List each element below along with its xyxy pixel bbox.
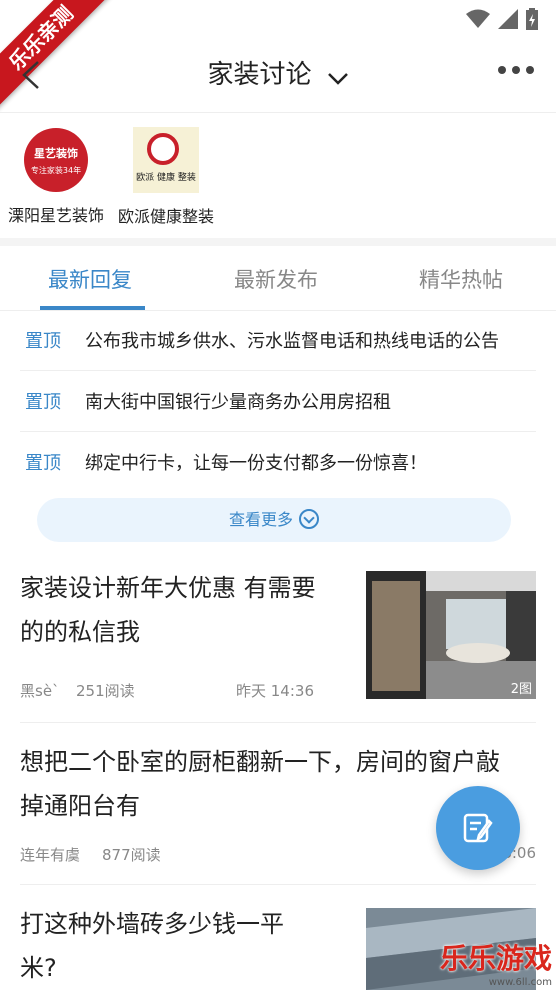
pinned-item[interactable]: 置顶 绑定中行卡，让每一份支付都多一份惊喜！ xyxy=(20,432,536,492)
pinned-tag: 置顶 xyxy=(25,453,61,474)
page-title: 家装讨论 xyxy=(207,60,312,90)
pinned-item[interactable]: 置顶 南大街中国银行少量商务办公用房招租 xyxy=(20,371,536,432)
store-list: 星艺装饰 专注家装34年 溧阳星艺装饰 欧派 健康 整装 欧派健康整装 xyxy=(0,112,556,238)
pinned-title: 南大街中国银行少量商务办公用房招租 xyxy=(85,392,391,413)
post-separator xyxy=(20,884,536,885)
post-thumbnail: 2图 xyxy=(366,571,536,699)
see-more-label: 查看更多 xyxy=(228,510,293,529)
logo-brand-text: 星艺装饰 xyxy=(34,146,78,160)
title-dropdown[interactable]: 家装讨论 xyxy=(0,54,556,91)
tab-latest-post[interactable]: 最新发布 xyxy=(234,264,318,294)
post-time: 昨天 14:36 xyxy=(236,682,314,700)
compose-post-button[interactable] xyxy=(436,786,520,870)
post-views: 877阅读 xyxy=(102,846,161,864)
signal-icon xyxy=(498,9,518,29)
pinned-tag: 置顶 xyxy=(25,331,61,352)
more-options-icon[interactable] xyxy=(498,66,534,74)
battery-icon xyxy=(526,8,538,30)
chevron-down-icon xyxy=(327,72,348,85)
pinned-item[interactable]: 置顶 公布我市城乡供水、污水监督电话和热线电话的公告 xyxy=(20,310,536,371)
post-author: 连年有虞 xyxy=(20,846,81,864)
store-logo: 欧派 健康 整装 xyxy=(133,127,199,193)
top-nav-bar: 家装讨论 xyxy=(0,36,556,113)
store-item-xingyi[interactable]: 星艺装饰 专注家装34年 溧阳星艺装饰 xyxy=(0,124,112,226)
store-logo: 星艺装饰 专注家装34年 xyxy=(24,128,88,192)
pinned-tag: 置顶 xyxy=(25,392,61,413)
post-separator xyxy=(20,722,536,723)
section-divider xyxy=(0,238,556,246)
post-item[interactable]: 家装设计新年大优惠 有需要 的的私信我 黑sè` 251阅读 昨天 14:36 … xyxy=(20,566,536,706)
see-more-button[interactable]: 查看更多 xyxy=(37,498,511,542)
pinned-title: 绑定中行卡，让每一份支付都多一份惊喜！ xyxy=(85,453,427,474)
status-icons xyxy=(466,8,538,30)
tab-latest-reply[interactable]: 最新回复 xyxy=(48,264,132,294)
logo-text: 欧派 健康 整装 xyxy=(136,173,196,183)
logo-sub-text: 专注家装34年 xyxy=(30,165,82,175)
edit-icon xyxy=(463,813,493,843)
store-name: 欧派健康整装 xyxy=(117,207,214,226)
pinned-title: 公布我市城乡供水、污水监督电话和热线电话的公告 xyxy=(85,331,499,352)
store-item-oupai[interactable]: 欧派 健康 整装 欧派健康整装 xyxy=(110,124,222,227)
watermark-title: 乐乐游戏 xyxy=(439,942,552,975)
watermark-url: www.6ll.com xyxy=(488,977,552,988)
post-views: 251阅读 xyxy=(76,682,135,700)
site-watermark: 乐乐游戏 www.6ll.com xyxy=(440,937,552,988)
wifi-icon xyxy=(466,9,490,28)
tab-featured[interactable]: 精华热帖 xyxy=(419,264,503,294)
pinned-list: 置顶 公布我市城乡供水、污水监督电话和热线电话的公告 置顶 南大街中国银行少量商… xyxy=(20,310,536,492)
tab-bar: 最新回复 最新发布 精华热帖 xyxy=(0,246,556,311)
post-author: 黑sè` xyxy=(20,682,60,700)
chevron-down-circle-icon xyxy=(299,508,319,529)
store-name: 溧阳星艺装饰 xyxy=(7,206,104,225)
image-count: 2图 xyxy=(510,682,532,697)
post-title-line: 想把二个卧室的厨柜翻新一下，房间的窗户敲 xyxy=(20,748,500,776)
